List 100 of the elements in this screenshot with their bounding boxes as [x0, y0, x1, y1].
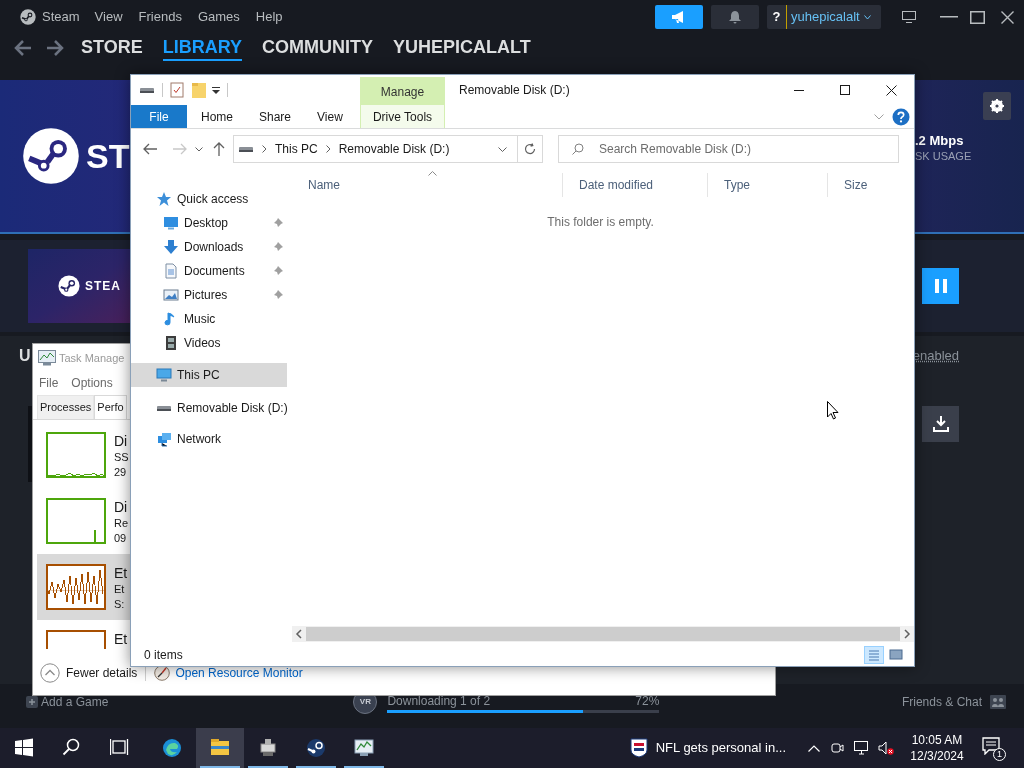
- taskbar-button[interactable]: [196, 728, 244, 768]
- volume-muted-icon[interactable]: [878, 741, 894, 755]
- maximize-icon[interactable]: [970, 10, 985, 24]
- performance-item[interactable]: Di Re 09: [37, 488, 130, 554]
- tab[interactable]: Perfo: [94, 395, 127, 419]
- pin-icon[interactable]: [273, 290, 283, 300]
- news-headline[interactable]: NFL gets personal in...: [655, 738, 786, 758]
- menu-item[interactable]: Steam: [42, 7, 80, 27]
- performance-item[interactable]: Et Et S:: [37, 554, 130, 620]
- pin-icon[interactable]: [273, 218, 283, 228]
- nav-item[interactable]: Documents: [131, 259, 287, 283]
- section-heading: U: [19, 346, 31, 366]
- menu-item[interactable]: View: [94, 7, 123, 27]
- nav-item[interactable]: Removable Disk (D:): [131, 396, 287, 420]
- nav-tab[interactable]: YUHEPICALALT: [393, 35, 531, 61]
- speed-label: SK USAGE: [915, 149, 972, 163]
- monitor-icon[interactable]: [902, 11, 916, 23]
- ribbon-tab[interactable]: Home: [187, 105, 245, 128]
- nav-item[interactable]: Music: [131, 307, 287, 331]
- chevron-up-icon[interactable]: [808, 744, 820, 752]
- nav-item[interactable]: Quick access: [131, 187, 287, 211]
- ribbon-tab[interactable]: Share: [245, 105, 303, 128]
- network-icon[interactable]: [854, 741, 870, 755]
- pin-icon[interactable]: [273, 266, 283, 276]
- resource-monitor-link[interactable]: Open Resource Monitor: [175, 664, 303, 682]
- nav-tab[interactable]: COMMUNITY: [262, 35, 374, 61]
- download-button[interactable]: [922, 406, 959, 442]
- nav-label: Desktop: [184, 215, 229, 232]
- nav-item[interactable]: Pictures: [131, 283, 287, 307]
- settings-button[interactable]: [983, 92, 1011, 120]
- ribbon-tab[interactable]: Drive Tools: [360, 105, 445, 128]
- horizontal-scrollbar[interactable]: [292, 626, 914, 642]
- videos-icon: [163, 335, 179, 351]
- properties-icon[interactable]: [170, 82, 184, 98]
- nav-tab[interactable]: STORE: [81, 35, 143, 61]
- news-icon[interactable]: [629, 738, 648, 758]
- pin-icon[interactable]: [273, 242, 283, 252]
- window-title: Task Manage: [59, 350, 125, 366]
- search-field[interactable]: Search Removable Disk (D:): [558, 135, 899, 163]
- nav-tab[interactable]: LIBRARY: [162, 35, 243, 61]
- column-header[interactable]: Size: [827, 173, 906, 197]
- refresh-icon[interactable]: [524, 143, 536, 155]
- nav-item[interactable]: Downloads: [131, 235, 287, 259]
- menu-item[interactable]: Friends: [138, 7, 182, 27]
- download-icon: [932, 416, 949, 432]
- minimize-icon[interactable]: [940, 16, 958, 18]
- search-icon: [572, 143, 584, 155]
- nav-item[interactable]: Desktop: [131, 211, 287, 235]
- plus-icon[interactable]: [26, 696, 38, 708]
- tab[interactable]: Processes: [37, 395, 95, 419]
- menu-item[interactable]: Options: [71, 374, 113, 392]
- nav-item[interactable]: Network: [131, 427, 287, 451]
- nav-label: Network: [177, 431, 221, 448]
- up-icon[interactable]: [213, 142, 225, 156]
- column-header[interactable]: Date modified: [562, 173, 707, 197]
- dropdown-caret-icon[interactable]: [498, 146, 507, 152]
- nav-item[interactable]: Videos: [131, 331, 287, 355]
- friends-chat-link[interactable]: Friends & Chat: [901, 693, 982, 711]
- add-game-link[interactable]: Add a Game: [41, 693, 109, 711]
- customize-caret-icon[interactable]: [212, 86, 220, 94]
- expand-ribbon-icon[interactable]: [874, 113, 884, 120]
- address-bar[interactable]: This PC Removable Disk (D:): [233, 135, 543, 163]
- account-name[interactable]: yuhepicalalt: [791, 7, 860, 27]
- downloads-icon: [163, 239, 179, 255]
- notifications-icon[interactable]: [982, 737, 1000, 755]
- announcements-button[interactable]: [655, 5, 703, 29]
- friends-icon[interactable]: [990, 695, 1006, 709]
- forward-arrow-icon[interactable]: [46, 40, 64, 56]
- account-menu[interactable]: ? yuhepicalalt: [767, 5, 881, 29]
- window-title: Removable Disk (D:): [459, 82, 570, 99]
- large-icons-view-icon: [888, 647, 904, 663]
- breadcrumb[interactable]: This PC: [275, 140, 318, 158]
- back-icon[interactable]: [143, 143, 157, 155]
- speed-value: .2 Mbps: [915, 133, 965, 149]
- bell-icon: [729, 10, 741, 24]
- status-text: 0 items: [144, 647, 183, 664]
- recent-caret-icon[interactable]: [195, 146, 203, 152]
- back-arrow-icon[interactable]: [14, 40, 32, 56]
- notifications-button[interactable]: [711, 5, 759, 29]
- clock-time[interactable]: 10:05 AM: [911, 732, 963, 748]
- help-text[interactable]: ?: [767, 5, 787, 29]
- breadcrumb[interactable]: Removable Disk (D:): [338, 140, 450, 158]
- nav-label: This PC: [177, 367, 220, 384]
- column-header[interactable]: Name: [292, 173, 562, 197]
- nav-item[interactable]: This PC: [131, 363, 287, 387]
- performance-item[interactable]: Di SS 29: [37, 422, 130, 488]
- performance-item[interactable]: Et: [37, 620, 130, 649]
- fewer-details-button[interactable]: Fewer details: [66, 664, 138, 682]
- pause-button[interactable]: [922, 268, 959, 304]
- help-icon[interactable]: [892, 107, 910, 126]
- ribbon-tab[interactable]: File: [131, 105, 187, 128]
- ribbon-tab[interactable]: View: [303, 105, 360, 128]
- collapse-icon[interactable]: [40, 663, 60, 683]
- close-icon[interactable]: [1001, 10, 1014, 24]
- menu-item[interactable]: Help: [255, 7, 283, 27]
- menu-item[interactable]: Games: [197, 7, 240, 27]
- task-view-icon: [110, 738, 130, 758]
- clock-date[interactable]: 12/3/2024: [910, 748, 964, 764]
- menu-item[interactable]: File: [39, 374, 59, 392]
- column-header[interactable]: Type: [707, 173, 827, 197]
